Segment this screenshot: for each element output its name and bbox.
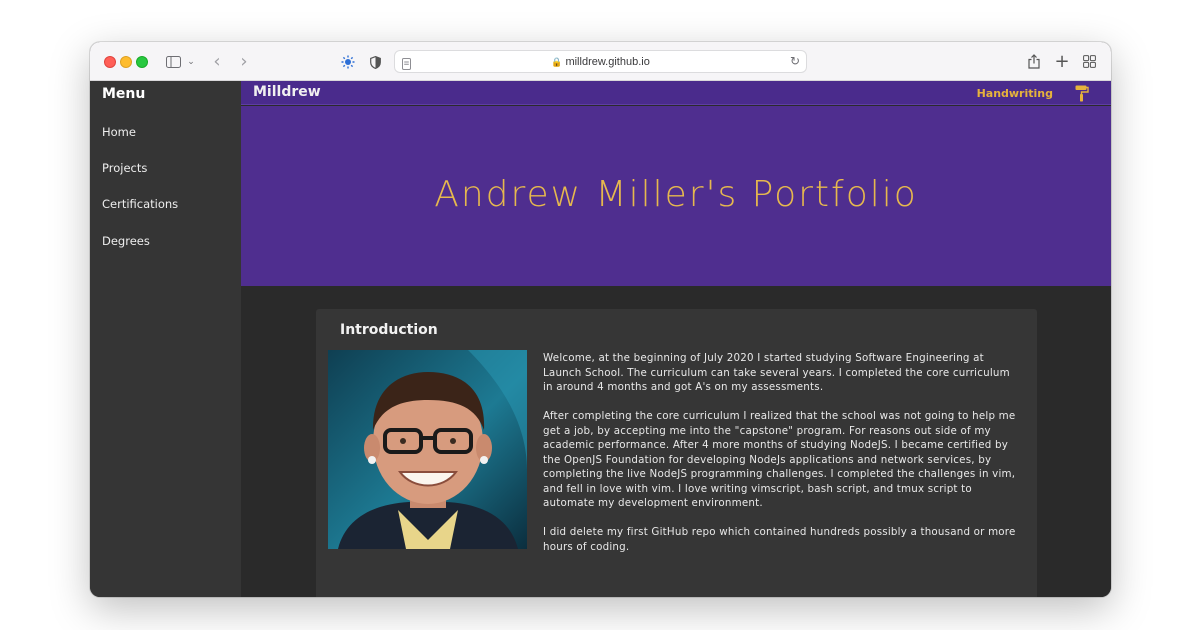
- browser-window: ⌄ ‹ › 🔒 milldrew.github.io ↻ + Menu Home…: [90, 42, 1111, 597]
- introduction-card: Introduction Welcome, at the beginning o…: [316, 309, 1037, 597]
- reload-icon[interactable]: ↻: [790, 54, 800, 68]
- main-content: Introduction Welcome, at the beginning o…: [241, 286, 1111, 597]
- minimize-window-button[interactable]: [120, 56, 132, 68]
- share-icon[interactable]: [1026, 52, 1042, 72]
- intro-paragraph: After completing the core curriculum I r…: [543, 410, 1016, 509]
- font-toggle-button[interactable]: Handwriting: [977, 87, 1053, 100]
- hero-banner: Andrew Miller's Portfolio: [241, 106, 1111, 286]
- forward-icon[interactable]: ›: [237, 52, 251, 72]
- profile-photo: [328, 350, 527, 549]
- introduction-text: Welcome, at the beginning of July 2020 I…: [543, 351, 1018, 569]
- close-window-button[interactable]: [104, 56, 116, 68]
- paint-roller-icon[interactable]: [1075, 85, 1089, 102]
- chevron-down-icon[interactable]: ⌄: [186, 52, 196, 72]
- sidebar-item-projects[interactable]: Projects: [102, 161, 147, 175]
- site-brand[interactable]: Milldrew: [253, 84, 321, 100]
- sidebar-menu: Menu Home Projects Certifications Degree…: [90, 81, 241, 597]
- url-label: milldrew.github.io: [565, 56, 650, 68]
- dark-reader-icon[interactable]: [340, 52, 356, 72]
- menu-title: Menu: [102, 86, 146, 102]
- sidebar-item-degrees[interactable]: Degrees: [102, 234, 150, 248]
- introduction-heading: Introduction: [340, 322, 438, 338]
- site-header: Milldrew Handwriting: [241, 81, 1111, 105]
- intro-paragraph: I did delete my first GitHub repo which …: [543, 526, 1016, 553]
- privacy-shield-icon[interactable]: [368, 52, 382, 72]
- zoom-window-button[interactable]: [136, 56, 148, 68]
- intro-paragraph: Welcome, at the beginning of July 2020 I…: [543, 352, 1010, 393]
- back-icon[interactable]: ‹: [210, 52, 224, 72]
- sidebar-item-home[interactable]: Home: [102, 125, 136, 139]
- sidebar-item-certifications[interactable]: Certifications: [102, 197, 178, 211]
- page-title: Andrew Miller's Portfolio: [434, 174, 918, 215]
- lock-icon: 🔒: [551, 57, 563, 67]
- sidebar-toggle-icon[interactable]: [164, 52, 182, 72]
- tab-overview-icon[interactable]: [1081, 52, 1097, 72]
- new-tab-icon[interactable]: +: [1054, 52, 1070, 72]
- url-text: 🔒 milldrew.github.io: [395, 51, 806, 73]
- address-bar[interactable]: 🔒 milldrew.github.io ↻: [394, 50, 807, 73]
- browser-toolbar: ⌄ ‹ › 🔒 milldrew.github.io ↻ +: [90, 42, 1111, 81]
